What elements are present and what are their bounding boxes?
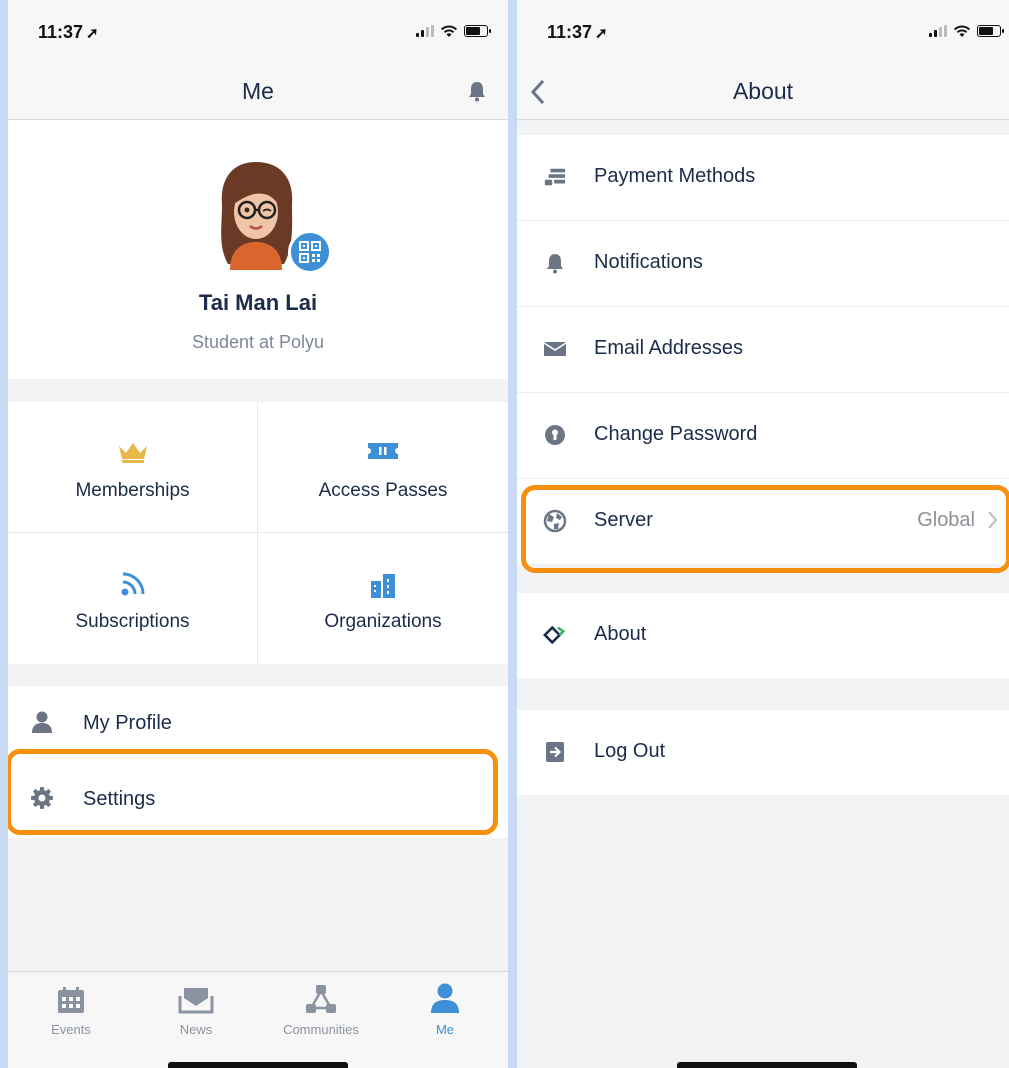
tab-events[interactable]: Events (26, 982, 116, 1037)
server-row[interactable]: Server Global (517, 479, 1009, 564)
qr-code-icon[interactable] (288, 230, 332, 274)
logout-section: Log Out (517, 710, 1009, 795)
me-screen: 11:37 ➚ Me Tai Man Lai Student at Polyu … (8, 0, 508, 1068)
avatar[interactable] (212, 158, 300, 270)
notifications-label: Notifications (594, 251, 703, 273)
memberships-tile[interactable]: Memberships (8, 402, 258, 533)
nav-bar: Me (8, 64, 508, 120)
gear-icon (31, 787, 53, 809)
wifi-icon (954, 25, 970, 37)
location-arrow-icon: ➚ (595, 25, 608, 42)
tab-me-label: Me (435, 1022, 455, 1037)
chevron-right-icon (987, 509, 999, 536)
notifications-row[interactable]: Notifications (517, 221, 1009, 307)
payment-methods-row[interactable]: Payment Methods (517, 135, 1009, 221)
tab-communities[interactable]: Communities (276, 982, 366, 1037)
person-icon (431, 983, 459, 1013)
home-indicator (168, 1062, 348, 1068)
status-time: 11:37 (38, 22, 84, 42)
bell-icon[interactable] (468, 80, 486, 107)
subscriptions-tile[interactable]: Subscriptions (8, 533, 258, 664)
about-screen: 11:37 ➚ About Payment Methods Notificatio… (517, 0, 1009, 1068)
envelope-icon (178, 988, 214, 1014)
server-value: Global (917, 509, 975, 531)
logout-label: Log Out (594, 740, 666, 762)
tab-me[interactable]: Me (400, 982, 490, 1037)
rss-icon (121, 572, 144, 596)
tab-events-label: Events (51, 1022, 91, 1037)
subscriptions-label: Subscriptions (75, 611, 190, 632)
email-addresses-label: Email Addresses (594, 337, 743, 359)
status-time: 11:37 (547, 22, 593, 42)
tab-news-label: News (179, 1022, 213, 1037)
my-profile-row[interactable]: My Profile (8, 686, 508, 762)
quick-links-grid: Memberships Access Passes Subscriptions … (8, 402, 508, 664)
system-indicators (929, 24, 1004, 38)
globe-icon (543, 509, 567, 533)
about-row[interactable]: About (517, 593, 1009, 678)
battery-icon (977, 25, 1004, 37)
memberships-label: Memberships (75, 480, 190, 501)
access-passes-tile[interactable]: Access Passes (258, 402, 508, 533)
settings-row[interactable]: Settings (8, 762, 508, 838)
ticket-icon (368, 443, 398, 459)
signal-icon (929, 25, 947, 37)
battery-icon (464, 25, 491, 37)
location-arrow-icon: ➚ (86, 25, 99, 42)
keyhole-icon (545, 425, 565, 445)
status-bar: 11:37 ➚ (517, 0, 1009, 64)
email-addresses-row[interactable]: Email Addresses (517, 307, 1009, 393)
status-bar: 11:37 ➚ (8, 0, 508, 64)
about-label: About (594, 623, 647, 645)
envelope-icon (543, 342, 567, 356)
buildings-icon (371, 574, 395, 598)
profile-subtitle: Student at Polyu (191, 332, 325, 352)
home-indicator (677, 1062, 857, 1068)
nav-bar: About (517, 64, 1009, 120)
person-icon (32, 711, 52, 733)
page-title: About (732, 78, 794, 104)
about-section: About (517, 593, 1009, 678)
payment-methods-label: Payment Methods (594, 165, 756, 187)
diamond-icon (543, 625, 566, 645)
calendar-icon (58, 987, 84, 1013)
signal-icon (416, 25, 434, 37)
server-label: Server (594, 509, 653, 531)
profile-card: Tai Man Lai Student at Polyu (8, 120, 508, 379)
tab-bar: Events News Communities Me (8, 971, 508, 1068)
settings-label: Settings (83, 788, 156, 810)
change-password-row[interactable]: Change Password (517, 393, 1009, 479)
tab-communities-label: Communities (283, 1022, 359, 1037)
my-profile-label: My Profile (83, 712, 172, 734)
tab-news[interactable]: News (151, 982, 241, 1037)
organizations-tile[interactable]: Organizations (258, 533, 508, 664)
crown-icon (118, 443, 147, 463)
back-chevron-icon[interactable] (529, 78, 547, 111)
profile-name: Tai Man Lai (198, 290, 318, 315)
organizations-label: Organizations (324, 611, 442, 632)
system-indicators (416, 24, 491, 38)
logout-icon (546, 742, 564, 762)
settings-list: Payment Methods Notifications Email Addr… (517, 135, 1009, 564)
wallet-icon (544, 168, 566, 186)
network-icon (306, 985, 336, 1013)
logout-row[interactable]: Log Out (517, 710, 1009, 795)
change-password-label: Change Password (594, 423, 758, 445)
access-passes-label: Access Passes (318, 480, 448, 501)
page-title: Me (242, 78, 274, 104)
bell-icon (547, 254, 563, 274)
wifi-icon (441, 25, 457, 37)
